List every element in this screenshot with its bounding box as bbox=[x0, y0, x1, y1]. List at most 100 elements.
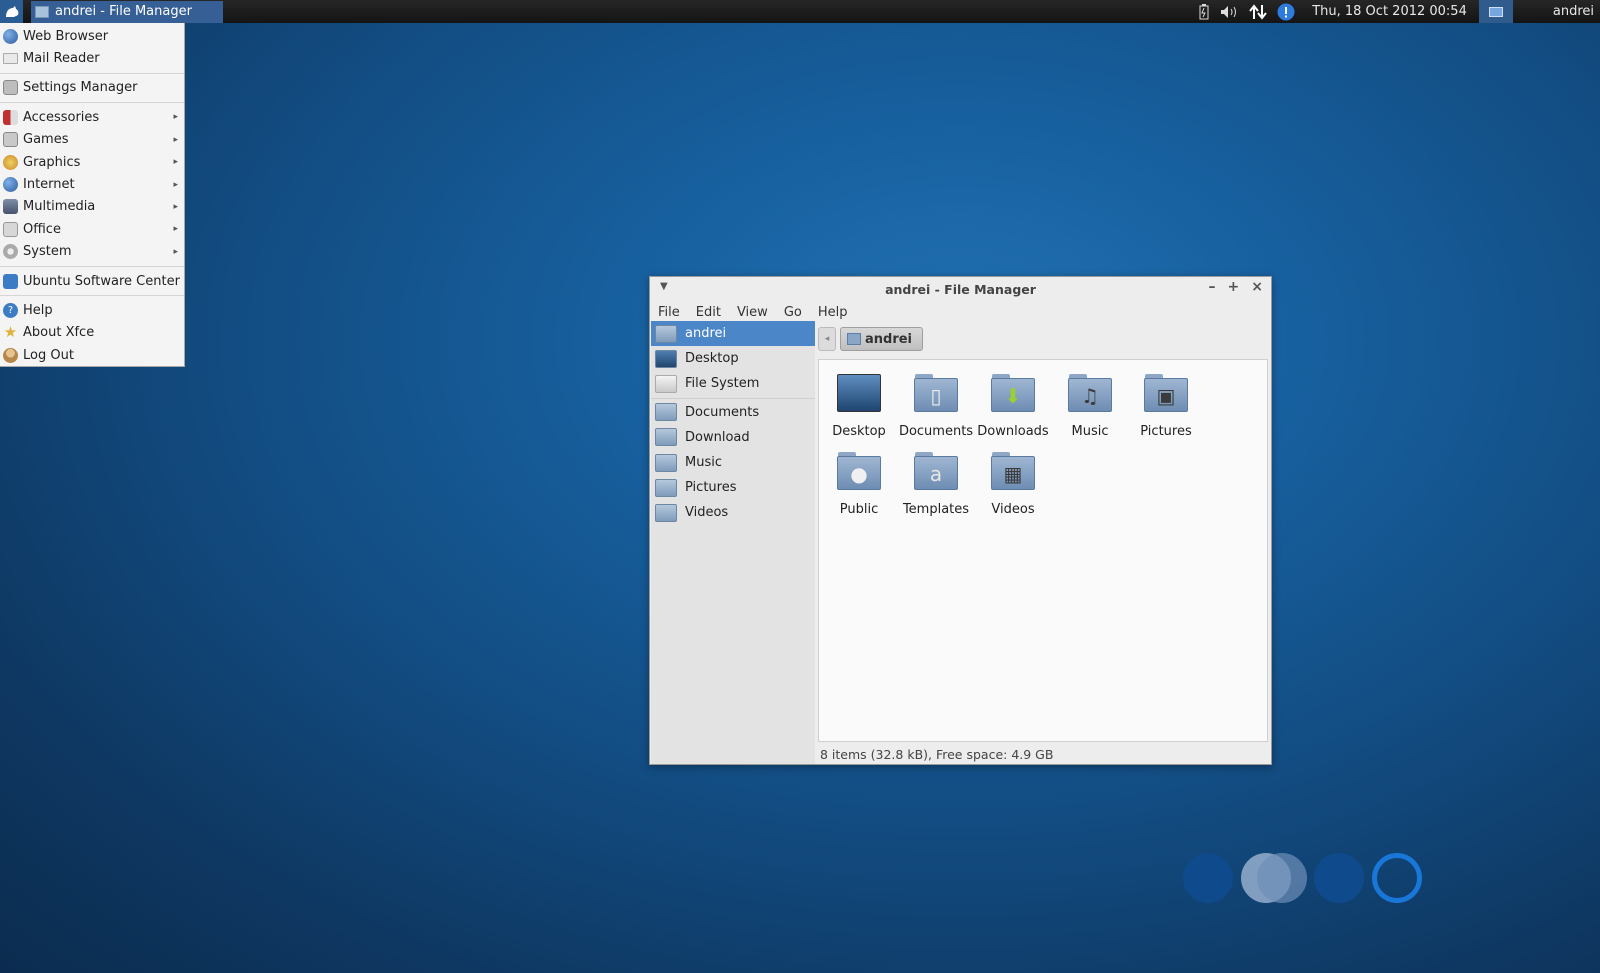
settings-icon bbox=[3, 80, 18, 96]
sidebar-item-documents[interactable]: Documents bbox=[651, 400, 815, 425]
menu-item-internet[interactable]: Internet ▸ bbox=[0, 173, 184, 195]
menu-item-accessories[interactable]: Accessories ▸ bbox=[0, 106, 184, 128]
sidebar-item-file-system[interactable]: File System bbox=[651, 371, 815, 396]
path-bar: ◂ andrei bbox=[818, 325, 924, 353]
xfce-mouse-icon bbox=[5, 5, 18, 17]
desktop-folder-icon bbox=[836, 374, 882, 414]
menu-item-graphics[interactable]: Graphics ▸ bbox=[0, 151, 184, 173]
sidebar-item-music[interactable]: Music bbox=[651, 450, 815, 475]
graphics-icon bbox=[3, 154, 18, 170]
application-menu: Web Browser Mail Reader Settings Manager… bbox=[0, 23, 185, 367]
menu-go[interactable]: Go bbox=[784, 305, 802, 320]
pictures-folder-icon: ▣ bbox=[1143, 374, 1189, 414]
accessories-icon bbox=[3, 109, 18, 125]
sidebar-item-desktop[interactable]: Desktop bbox=[651, 346, 815, 371]
menu-item-multimedia[interactable]: Multimedia ▸ bbox=[0, 196, 184, 218]
menu-item-web-browser[interactable]: Web Browser bbox=[0, 25, 184, 47]
dot-icon bbox=[1314, 853, 1364, 903]
globe-icon bbox=[3, 177, 18, 193]
submenu-arrow-icon: ▸ bbox=[173, 157, 178, 168]
status-bar: 8 items (32.8 kB), Free space: 4.9 GB bbox=[820, 746, 1054, 762]
software-center-icon bbox=[3, 273, 18, 289]
clock[interactable]: Thu, 18 Oct 2012 00:54 bbox=[1300, 0, 1479, 23]
menu-separator bbox=[0, 265, 184, 267]
submenu-arrow-icon: ▸ bbox=[173, 179, 178, 190]
videos-folder-icon bbox=[655, 503, 677, 522]
menubar: File Edit View Go Help bbox=[650, 301, 1271, 323]
menu-item-office[interactable]: Office ▸ bbox=[0, 218, 184, 240]
games-icon bbox=[3, 132, 18, 148]
download-folder-icon bbox=[655, 428, 677, 447]
file-item-pictures[interactable]: ▣ Pictures bbox=[1128, 374, 1204, 439]
file-item-downloads[interactable]: ⬇ Downloads bbox=[975, 374, 1051, 439]
menu-separator bbox=[0, 102, 184, 104]
path-scroll-left-button[interactable]: ◂ bbox=[818, 327, 836, 351]
mail-icon bbox=[3, 53, 18, 65]
sidebar-separator bbox=[651, 397, 815, 399]
menu-item-settings-manager[interactable]: Settings Manager bbox=[0, 77, 184, 99]
submenu-arrow-icon: ▸ bbox=[173, 201, 178, 212]
office-icon bbox=[3, 221, 18, 237]
file-item-documents[interactable]: ▯ Documents bbox=[898, 374, 974, 439]
close-icon[interactable]: × bbox=[1251, 279, 1263, 295]
window-titlebar[interactable]: ▼ andrei - File Manager – + × bbox=[650, 277, 1271, 301]
file-item-desktop[interactable]: Desktop bbox=[821, 374, 897, 439]
sidebar-item-download[interactable]: Download bbox=[651, 425, 815, 450]
volume-icon[interactable] bbox=[1216, 0, 1244, 23]
file-manager-window: ▼ andrei - File Manager – + × File Edit … bbox=[649, 276, 1272, 765]
music-folder-icon: ♫ bbox=[1067, 374, 1113, 414]
menu-view[interactable]: View bbox=[737, 305, 768, 320]
taskbar-label: andrei - File Manager bbox=[55, 4, 192, 19]
network-icon[interactable] bbox=[1244, 0, 1272, 23]
menu-item-system[interactable]: System ▸ bbox=[0, 241, 184, 263]
sidebar-item-pictures[interactable]: Pictures bbox=[651, 475, 815, 500]
menu-help[interactable]: Help bbox=[818, 305, 848, 320]
top-panel: andrei - File Manager Thu, 18 Oct 2012 0… bbox=[0, 0, 1600, 23]
file-item-public[interactable]: ● Public bbox=[821, 452, 897, 517]
taskbar-file-manager[interactable]: andrei - File Manager bbox=[31, 0, 223, 23]
app-menu-button[interactable] bbox=[0, 0, 23, 23]
sidebar-item-videos[interactable]: Videos bbox=[651, 500, 815, 525]
downloads-folder-icon: ⬇ bbox=[990, 374, 1036, 414]
file-item-videos[interactable]: ▦ Videos bbox=[975, 452, 1051, 517]
maximize-icon[interactable]: + bbox=[1228, 279, 1240, 295]
submenu-arrow-icon: ▸ bbox=[173, 112, 178, 123]
menu-item-mail-reader[interactable]: Mail Reader bbox=[0, 47, 184, 69]
dot-icon bbox=[1257, 853, 1307, 903]
home-icon bbox=[847, 333, 861, 345]
system-tray: Thu, 18 Oct 2012 00:54 andrei bbox=[1192, 0, 1600, 23]
workspace-icon[interactable] bbox=[1478, 0, 1513, 23]
menu-item-ubuntu-software-center[interactable]: Ubuntu Software Center bbox=[0, 270, 184, 292]
file-item-templates[interactable]: a Templates bbox=[898, 452, 974, 517]
templates-folder-icon: a bbox=[913, 452, 959, 492]
window-menu-icon[interactable]: ▼ bbox=[660, 281, 668, 292]
help-icon: ? bbox=[3, 302, 18, 318]
submenu-arrow-icon: ▸ bbox=[173, 134, 178, 145]
user-menu[interactable]: andrei bbox=[1513, 0, 1600, 23]
folder-icon bbox=[35, 5, 49, 18]
submenu-arrow-icon: ▸ bbox=[173, 246, 178, 257]
menu-item-about-xfce[interactable]: ★ About Xfce bbox=[0, 322, 184, 344]
window-body: andrei Desktop File System Documents Dow… bbox=[650, 321, 1271, 764]
breadcrumb-andrei[interactable]: andrei bbox=[840, 327, 924, 351]
menu-edit[interactable]: Edit bbox=[696, 305, 721, 320]
sidebar-item-andrei[interactable]: andrei bbox=[651, 321, 815, 347]
menu-file[interactable]: File bbox=[658, 305, 680, 320]
menu-item-help[interactable]: ? Help bbox=[0, 299, 184, 321]
globe-icon bbox=[3, 28, 18, 44]
menu-item-log-out[interactable]: Log Out bbox=[0, 344, 184, 366]
notification-icon[interactable] bbox=[1272, 0, 1300, 23]
file-icon-view[interactable]: Desktop ▯ Documents ⬇ Downloads ♫ Music … bbox=[818, 359, 1268, 742]
file-item-music[interactable]: ♫ Music bbox=[1052, 374, 1128, 439]
folder-icon bbox=[655, 403, 677, 422]
drive-icon bbox=[655, 374, 677, 393]
menu-item-games[interactable]: Games ▸ bbox=[0, 129, 184, 151]
battery-icon[interactable] bbox=[1192, 0, 1216, 23]
submenu-arrow-icon: ▸ bbox=[173, 224, 178, 235]
logout-icon bbox=[3, 347, 18, 363]
star-icon: ★ bbox=[3, 323, 18, 342]
pictures-folder-icon bbox=[655, 478, 677, 497]
documents-folder-icon: ▯ bbox=[913, 374, 959, 414]
public-folder-icon: ● bbox=[836, 452, 882, 492]
minimize-icon[interactable]: – bbox=[1209, 279, 1216, 295]
